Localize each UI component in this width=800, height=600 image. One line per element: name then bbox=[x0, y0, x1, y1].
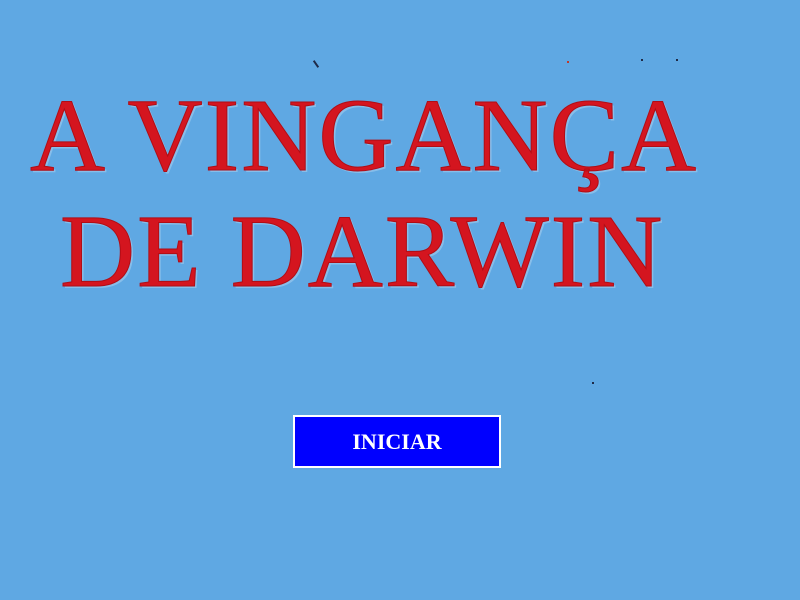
background-speck bbox=[567, 61, 569, 63]
start-button[interactable]: INICIAR bbox=[293, 415, 501, 468]
background-speck bbox=[592, 382, 594, 384]
background-speck bbox=[641, 59, 643, 61]
background-speck bbox=[676, 59, 678, 61]
game-title-line-1: A Vingança bbox=[29, 78, 699, 193]
game-title-line-2: de Darwin bbox=[59, 194, 665, 309]
background-speck bbox=[312, 60, 320, 68]
